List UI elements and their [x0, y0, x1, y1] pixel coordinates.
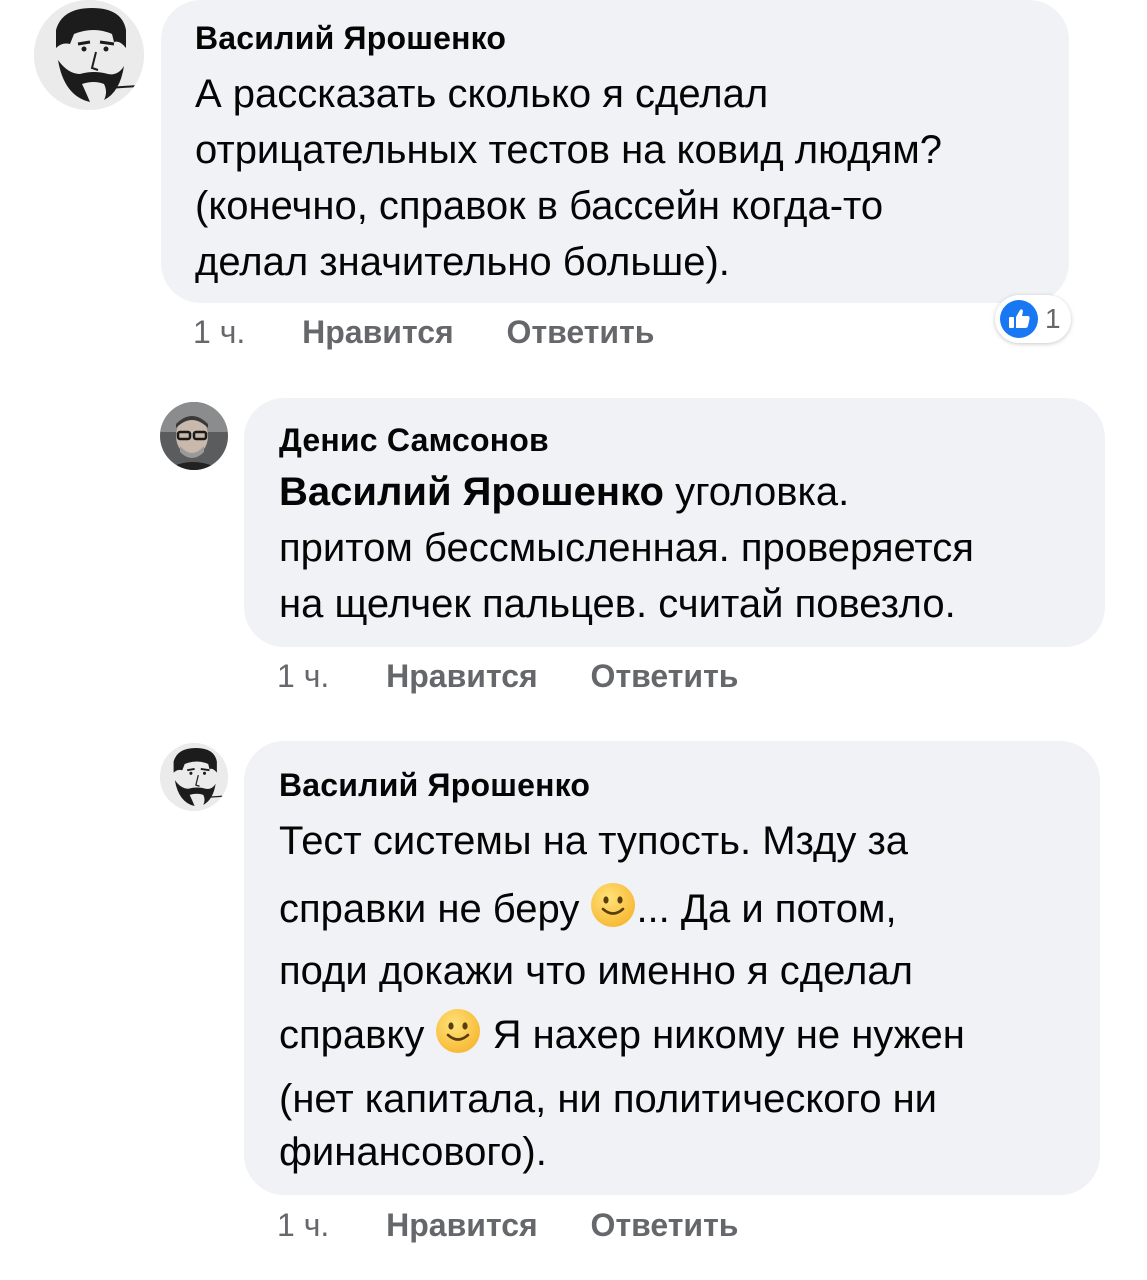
comment-text-line: на щелчек пальцев. считай повезло. [279, 582, 956, 626]
comment-author[interactable]: Денис Самсонов [279, 420, 1105, 460]
comment-text-fragment: ... Да и потом, [636, 887, 897, 931]
reaction-count: 1 [1045, 303, 1061, 334]
comment-text-line: притом бессмысленная. проверяется [279, 526, 974, 570]
comment-actions: 1 ч. Нравится Ответить [277, 656, 738, 696]
comment-text-line: финансового). [279, 1130, 547, 1174]
comment-text-fragment: справку [279, 1013, 436, 1057]
comment-timestamp[interactable]: 1 ч. [277, 1205, 329, 1245]
comment-text-line: справку Я нахер никому не нужен [279, 991, 1100, 1079]
avatar-portrait-icon [160, 402, 228, 470]
comment-bubble: Василий Ярошенко Тест системы на тупость… [244, 741, 1100, 1195]
comment-author[interactable]: Василий Ярошенко [279, 765, 1100, 805]
comment-text-line: справки не беру ... Да и потом, [279, 869, 1100, 949]
comment-timestamp[interactable]: 1 ч. [193, 312, 245, 352]
comment-text-line: (конечно, справок в бассейн когда-то [195, 184, 884, 228]
comment-text-line: отрицательных тестов на ковид людям? [195, 128, 942, 172]
reply-button[interactable]: Ответить [591, 656, 739, 696]
comment-text-line: Василий Ярошенко уголовка. [279, 464, 1105, 520]
comment-bubble: Василий Ярошенко А рассказать сколько я … [161, 0, 1069, 303]
like-button[interactable]: Нравится [386, 656, 538, 696]
comment-text-fragment: Я нахер никому не нужен [481, 1013, 965, 1057]
comment-text-fragment: уголовка. [663, 470, 850, 514]
comment-text-fragment: справки не беру [279, 887, 591, 931]
avatar[interactable] [34, 0, 144, 110]
like-button[interactable]: Нравится [386, 1205, 538, 1245]
comment-actions: 1 ч. Нравится Ответить [193, 312, 654, 352]
like-icon [1000, 300, 1038, 338]
comment-text-line: (нет капитала, ни политического ни [279, 1077, 938, 1121]
comment-text-line: Тест системы на тупость. Мзду за [279, 819, 909, 863]
avatar-portrait-icon [160, 743, 228, 811]
avatar-portrait-icon [34, 0, 144, 110]
comment-text-line: поди докажи что именно я сделал [279, 949, 913, 993]
comment-timestamp[interactable]: 1 ч. [277, 656, 329, 696]
slightly-smiling-face-icon [591, 883, 636, 927]
reply-button[interactable]: Ответить [591, 1205, 739, 1245]
comment-text-line: делал значительно больше). [195, 240, 730, 284]
comment-author[interactable]: Василий Ярошенко [195, 18, 1069, 58]
comment-actions: 1 ч. Нравится Ответить [277, 1205, 738, 1245]
like-button[interactable]: Нравится [302, 312, 454, 352]
reply-button[interactable]: Ответить [507, 312, 655, 352]
slightly-smiling-face-icon [436, 1009, 481, 1053]
comment-bubble: Денис Самсонов Василий Ярошенко уголовка… [244, 398, 1105, 647]
avatar[interactable] [160, 402, 228, 470]
comment-text-line: А рассказать сколько я сделал [195, 72, 769, 116]
mention-link[interactable]: Василий Ярошенко [279, 470, 664, 514]
avatar[interactable] [160, 743, 228, 811]
reaction-summary[interactable]: 1 [995, 295, 1071, 343]
